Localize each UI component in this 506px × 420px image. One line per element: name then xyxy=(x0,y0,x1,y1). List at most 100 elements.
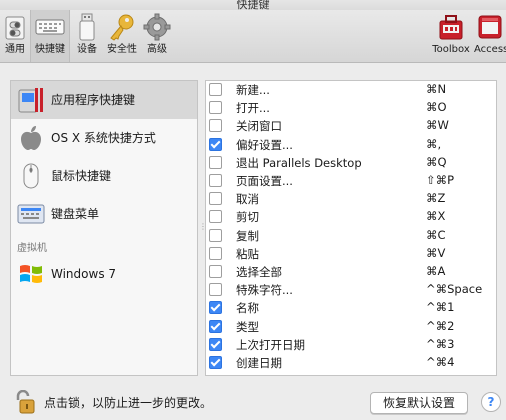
shortcut-row: 创建日期 ^⌘4 xyxy=(206,354,496,372)
shortcut-checkbox[interactable] xyxy=(209,174,222,187)
shortcut-key[interactable]: ^⌘Space xyxy=(426,282,482,296)
shortcut-name: 偏好设置... xyxy=(236,137,293,152)
shortcut-row: 取消 ⌘Z xyxy=(206,190,496,208)
shortcut-key[interactable]: ⌘C xyxy=(426,228,446,242)
shortcut-name: 类型 xyxy=(236,319,259,334)
shortcut-key[interactable]: ^⌘2 xyxy=(426,319,454,333)
sidebar-item-label: OS X 系统快捷方式 xyxy=(51,131,156,145)
sidebar-item-keyboard-menu[interactable]: 键盘菜单 xyxy=(11,195,197,233)
shortcut-row: 上次打开日期 ^⌘3 xyxy=(206,336,496,354)
shortcut-checkbox[interactable] xyxy=(209,283,222,297)
help-button[interactable]: ? xyxy=(481,392,501,412)
unlocked-padlock-icon[interactable] xyxy=(14,390,36,414)
windows-logo-icon xyxy=(20,265,42,283)
sidebar-item-mouse-shortcuts[interactable]: 鼠标快捷键 xyxy=(11,157,197,195)
footer-bar: 点击锁，以防止进一步的更改。 恢复默认设置 ? xyxy=(0,382,506,420)
shortcut-row: 关闭窗口 ⌘W xyxy=(206,117,496,135)
keyboard-icon xyxy=(35,19,65,35)
toolbar-shortcuts[interactable]: 快捷键 xyxy=(30,10,70,62)
parallels-app-icon xyxy=(18,88,43,113)
shortcut-name: 退出 Parallels Desktop xyxy=(236,155,362,170)
general-switch-icon xyxy=(5,16,25,40)
shortcut-row: 类型 ^⌘2 xyxy=(206,318,496,336)
shortcut-checkbox[interactable] xyxy=(209,319,222,333)
shortcut-key[interactable]: ⌘Z xyxy=(426,191,445,205)
shortcut-row: 特殊字符... ^⌘Space xyxy=(206,281,496,299)
shortcut-name: 页面设置... xyxy=(236,174,293,188)
shortcut-key[interactable]: ^⌘4 xyxy=(426,355,454,369)
lock-hint-text: 点击锁，以防止进一步的更改。 xyxy=(44,396,213,410)
sidebar-item-app-shortcuts[interactable]: 应用程序快捷键 xyxy=(11,81,197,119)
shortcut-checkbox[interactable] xyxy=(209,155,222,169)
shortcut-name: 创建日期 xyxy=(236,356,282,370)
shortcut-checkbox[interactable] xyxy=(209,301,222,315)
sidebar-item-windows7[interactable]: Windows 7 xyxy=(11,255,197,293)
shortcut-row: 名称 ^⌘1 xyxy=(206,299,496,317)
shortcut-checkbox[interactable] xyxy=(209,265,222,278)
shortcut-name: 粘贴 xyxy=(236,246,259,261)
shortcut-key[interactable]: ⌘V xyxy=(426,246,445,260)
access-icon xyxy=(478,15,502,39)
shortcut-checkbox[interactable] xyxy=(209,356,222,369)
toolbar-devices[interactable]: 设备 xyxy=(70,10,104,62)
shortcut-name: 剪切 xyxy=(236,210,259,225)
sidebar-section-vms: 虚拟机 xyxy=(17,243,47,254)
toolbox-icon xyxy=(439,15,463,40)
shortcut-checkbox[interactable] xyxy=(209,337,222,351)
shortcut-checkbox[interactable] xyxy=(209,101,222,115)
toolbar-label: 快捷键 xyxy=(35,44,65,55)
usb-device-icon xyxy=(79,13,95,41)
restore-defaults-button[interactable]: 恢复默认设置 xyxy=(370,392,468,414)
shortcut-name: 特殊字符... xyxy=(236,283,293,298)
shortcut-row: 新建... ⌘N xyxy=(206,81,496,99)
shortcut-row: 打开... ⌘O xyxy=(206,99,496,117)
toolbar-advanced[interactable]: 高级 xyxy=(140,10,174,62)
shortcut-key[interactable]: ⌘O xyxy=(426,100,447,114)
shortcut-key[interactable]: ⌘W xyxy=(426,118,449,132)
preferences-toolbar: 通用 快捷键 设备 安全性 高级 Toolbox Access xyxy=(0,10,506,63)
toolbar-label: 通用 xyxy=(5,44,25,55)
shortcut-row: 剪切 ⌘X xyxy=(206,208,496,226)
shortcut-key[interactable]: ^⌘1 xyxy=(426,300,454,314)
shortcut-key[interactable]: ⌘X xyxy=(426,209,445,223)
shortcut-key[interactable]: ⌘N xyxy=(426,82,446,96)
sidebar-item-label: 应用程序快捷键 xyxy=(51,93,136,107)
shortcut-row: 选择全部 ⌘A xyxy=(206,263,496,281)
key-icon xyxy=(110,14,134,41)
toolbar-toolbox[interactable]: Toolbox xyxy=(430,10,472,62)
toolbar-security[interactable]: 安全性 xyxy=(104,10,140,62)
shortcut-key[interactable]: ⌘, xyxy=(426,137,441,151)
shortcut-name: 上次打开日期 xyxy=(236,337,305,352)
shortcut-row: 退出 Parallels Desktop ⌘Q xyxy=(206,154,496,172)
toolbar-label: 设备 xyxy=(77,44,97,55)
toolbar-label: 安全性 xyxy=(107,44,137,55)
shortcut-key[interactable]: ⌘Q xyxy=(426,155,447,169)
shortcut-checkbox[interactable] xyxy=(209,246,222,260)
shortcut-list: 新建... ⌘N 打开... ⌘O 关闭窗口 ⌘W 偏好设置... ⌘, 退出 Parallel… xyxy=(205,80,497,376)
toolbar-general[interactable]: 通用 xyxy=(0,10,30,62)
sidebar-item-osx-shortcuts[interactable]: OS X 系统快捷方式 xyxy=(11,119,197,157)
gear-icon xyxy=(143,13,171,41)
toolbar-label: Toolbox xyxy=(432,44,470,55)
shortcut-name: 名称 xyxy=(236,301,259,316)
shortcut-checkbox[interactable] xyxy=(209,192,222,206)
shortcut-key[interactable]: ⌘A xyxy=(426,264,445,278)
shortcut-checkbox[interactable] xyxy=(209,210,222,224)
mouse-icon xyxy=(23,163,39,189)
shortcut-checkbox[interactable] xyxy=(209,83,222,96)
shortcut-key[interactable]: ⇧⌘P xyxy=(426,173,454,187)
shortcut-checkbox[interactable] xyxy=(209,119,222,133)
shortcut-checkbox[interactable] xyxy=(209,137,222,151)
keyboard-menu-icon xyxy=(17,204,45,224)
shortcut-row: 页面设置... ⇧⌘P xyxy=(206,172,496,190)
shortcut-checkbox[interactable] xyxy=(209,228,222,242)
shortcut-category-sidebar: 应用程序快捷键 OS X 系统快捷方式 鼠标快捷键 键盘菜单 虚拟机 Windo… xyxy=(10,80,198,376)
shortcut-name: 取消 xyxy=(236,192,259,207)
pane-splitter-handle[interactable]: ⋮ xyxy=(199,222,207,232)
apple-icon xyxy=(21,126,41,150)
shortcut-row: 复制 ⌘C xyxy=(206,227,496,245)
shortcut-key[interactable]: ^⌘3 xyxy=(426,337,454,351)
shortcut-row: 粘贴 ⌘V xyxy=(206,245,496,263)
shortcut-row: 偏好设置... ⌘, xyxy=(206,136,496,154)
toolbar-access[interactable]: Access xyxy=(474,10,506,62)
